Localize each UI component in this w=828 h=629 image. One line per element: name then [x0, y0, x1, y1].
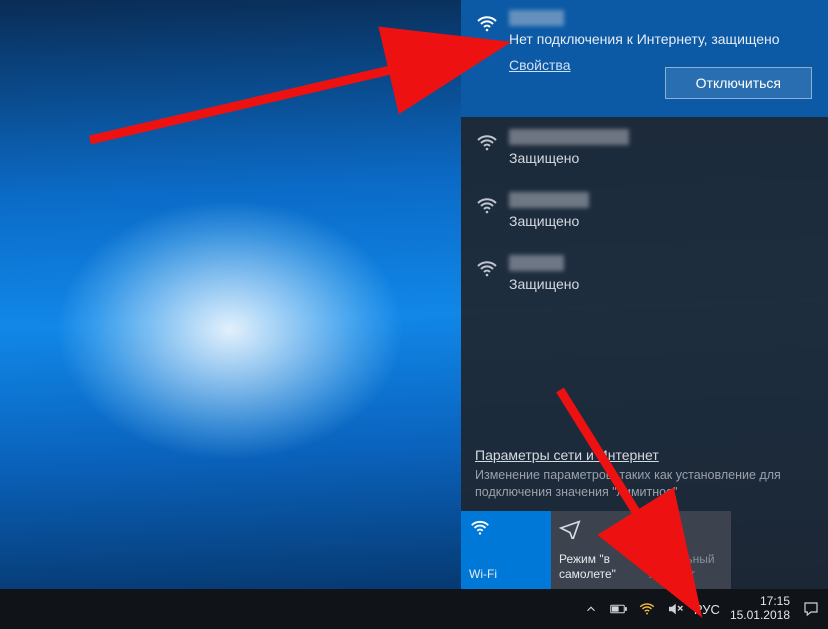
volume-muted-icon[interactable] — [666, 600, 684, 618]
wifi-icon — [475, 131, 499, 155]
quick-action-tiles: Wi-Fi Режим "в самолете" Мобильный хот-с… — [461, 511, 828, 589]
network-item[interactable]: Защищено — [461, 243, 828, 306]
network-name-blurred — [509, 129, 629, 145]
battery-icon[interactable] — [610, 600, 628, 618]
tray-chevron-up-icon[interactable] — [582, 600, 600, 618]
network-status: Защищено — [509, 149, 814, 168]
language-indicator[interactable]: РУС — [694, 602, 720, 617]
network-status: Защищено — [509, 212, 814, 231]
tile-label: Режим "в самолете" — [559, 552, 633, 581]
wifi-icon — [475, 194, 499, 218]
taskbar-clock[interactable]: 17:15 15.01.2018 — [730, 595, 790, 623]
tile-label: Мобильный хот-спот — [649, 552, 723, 581]
other-networks-list: Защищено Защищено — [461, 117, 828, 306]
tile-hotspot[interactable]: Мобильный хот-спот — [641, 511, 731, 589]
airplane-icon — [559, 517, 581, 539]
network-status: Защищено — [509, 275, 814, 294]
clock-date: 15.01.2018 — [730, 609, 790, 623]
network-settings-desc: Изменение параметров, таких как установл… — [475, 467, 814, 501]
system-tray — [582, 600, 684, 618]
network-status: Нет подключения к Интернету, защищено — [509, 30, 814, 49]
network-name-blurred — [509, 192, 589, 208]
wifi-warning-icon[interactable] — [638, 600, 656, 618]
network-item[interactable]: Защищено — [461, 180, 828, 243]
clock-time: 17:15 — [730, 595, 790, 609]
tile-wifi[interactable]: Wi-Fi — [461, 511, 551, 589]
network-settings-link[interactable]: Параметры сети и Интернет — [475, 447, 659, 463]
disconnect-button[interactable]: Отключиться — [665, 67, 812, 99]
wifi-icon — [475, 12, 499, 36]
action-center-icon[interactable] — [800, 599, 822, 619]
network-flyout: Нет подключения к Интернету, защищено Св… — [461, 0, 828, 589]
taskbar: РУС 17:15 15.01.2018 — [0, 589, 828, 629]
network-name-blurred — [509, 255, 564, 271]
tile-airplane[interactable]: Режим "в самолете" — [551, 511, 641, 589]
network-properties-link[interactable]: Свойства — [509, 57, 570, 73]
network-settings-block: Параметры сети и Интернет Изменение пара… — [461, 437, 828, 511]
network-item[interactable]: Защищено — [461, 117, 828, 180]
network-item-active[interactable]: Нет подключения к Интернету, защищено Св… — [461, 0, 828, 117]
wifi-icon — [475, 257, 499, 281]
hotspot-icon — [649, 517, 671, 539]
network-name-blurred — [509, 10, 564, 26]
wifi-icon — [469, 517, 491, 539]
tile-label: Wi-Fi — [469, 567, 543, 581]
